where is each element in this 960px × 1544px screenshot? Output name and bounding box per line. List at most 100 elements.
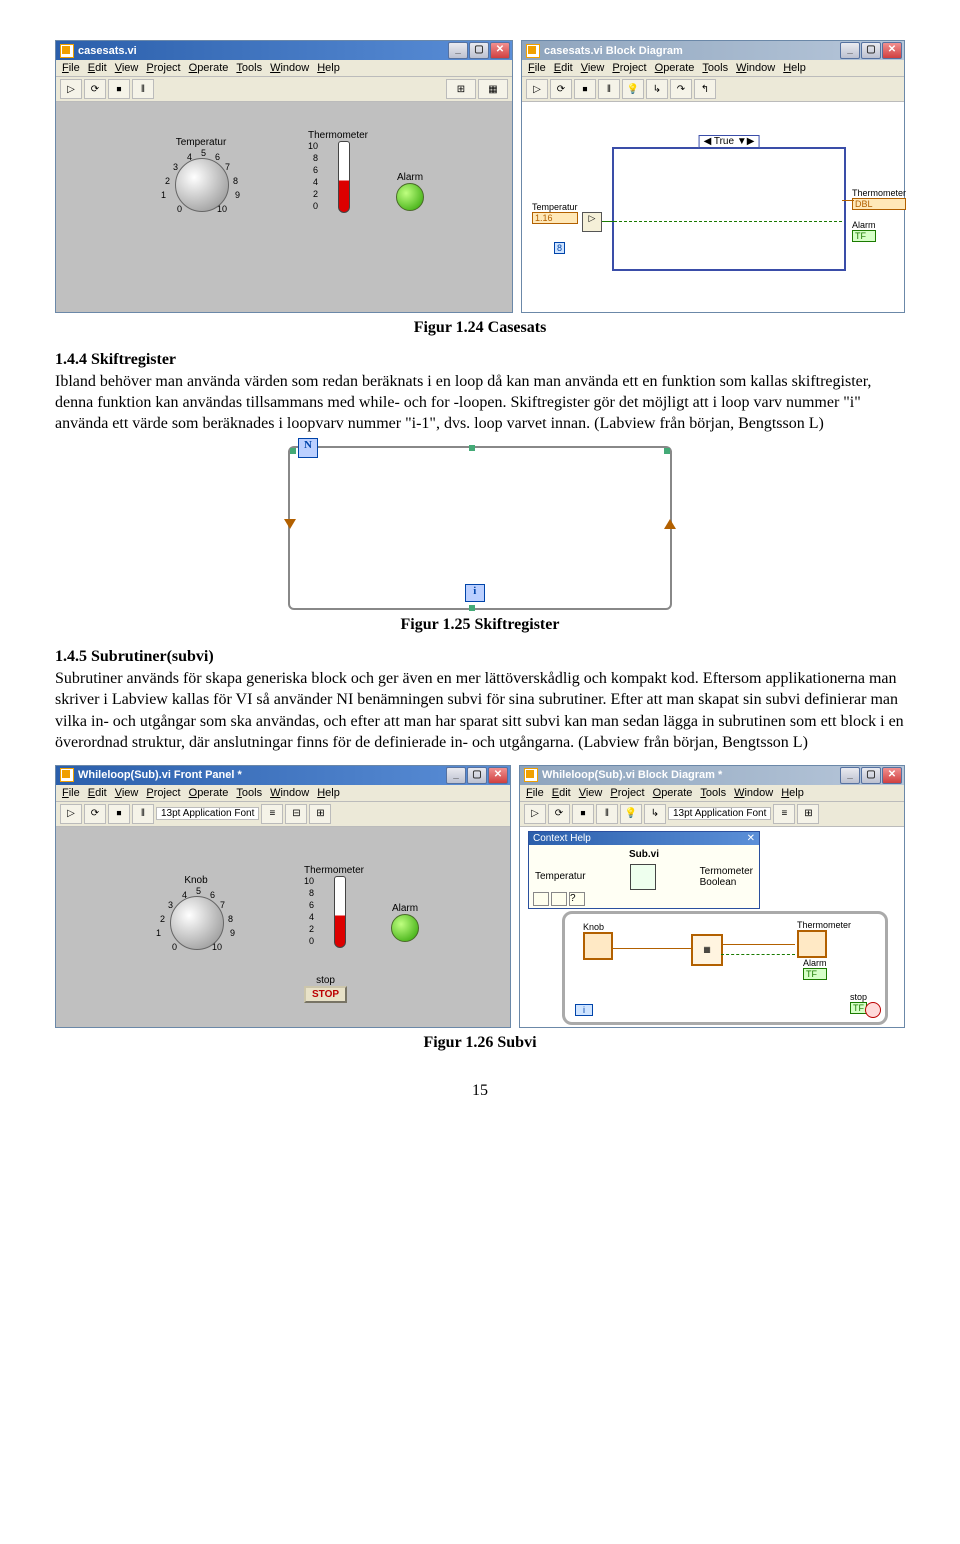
run-button[interactable]: ▷ (526, 79, 548, 99)
menu-operate[interactable]: Operate (189, 787, 229, 799)
while-loop[interactable]: Knob ▦ Thermometer Alarm TF (562, 911, 888, 1025)
minimize-button[interactable]: _ (446, 767, 466, 784)
stop-button[interactable]: ⏹ (574, 79, 596, 99)
menu-file[interactable]: File (62, 787, 80, 799)
menu-window[interactable]: Window (270, 787, 309, 799)
context-help-window[interactable]: Context Help ✕ Sub.vi Temperatur Termome… (528, 831, 760, 909)
run-cont-button[interactable]: ⟳ (550, 79, 572, 99)
menu-operate[interactable]: Operate (655, 62, 695, 74)
menu-view[interactable]: View (115, 62, 139, 74)
menu-help[interactable]: Help (783, 62, 806, 74)
stop-button[interactable]: ⏹ (108, 79, 130, 99)
close-button[interactable]: ✕ (882, 767, 902, 784)
run-button[interactable]: ▷ (524, 804, 546, 824)
menu-help[interactable]: Help (317, 62, 340, 74)
close-button[interactable]: ✕ (488, 767, 508, 784)
menu-file[interactable]: File (62, 62, 80, 74)
reorder-button[interactable]: ⊞ (797, 804, 819, 824)
menu-view[interactable]: View (115, 787, 139, 799)
stop-button-fp[interactable]: STOP (304, 986, 347, 1003)
maximize-button[interactable]: ▢ (861, 767, 881, 784)
font-select[interactable]: 13pt Application Font (668, 807, 771, 820)
stop-button[interactable]: ⏹ (108, 804, 130, 824)
loop-count-terminal[interactable]: N (298, 438, 318, 458)
step-button[interactable]: ↳ (644, 804, 666, 824)
subvi-node[interactable]: ▦ (691, 934, 723, 966)
indicator-thermometer[interactable]: DBL (852, 198, 906, 210)
front-panel-canvas[interactable]: Temperatur 1 2 3 4 5 6 7 8 9 0 10 (56, 102, 512, 312)
knob-control[interactable] (170, 896, 224, 950)
menu-tools[interactable]: Tools (236, 787, 262, 799)
run-button[interactable]: ▷ (60, 79, 82, 99)
menu-project[interactable]: Project (146, 62, 180, 74)
menu-help[interactable]: Help (317, 787, 340, 799)
pause-button[interactable]: ‖ (132, 79, 154, 99)
menu-tools[interactable]: Tools (700, 787, 726, 799)
ch-detail-icon[interactable] (533, 892, 549, 906)
align-button[interactable]: ≡ (261, 804, 283, 824)
run-button[interactable]: ▷ (60, 804, 82, 824)
menu-project[interactable]: Project (612, 62, 646, 74)
ch-lock-icon[interactable] (551, 892, 567, 906)
compare-node[interactable]: ▷ (582, 212, 602, 232)
block-diagram-canvas[interactable]: ◀ True ▼▶ Temperatur 1.16 8 ▷ Thermomete… (522, 102, 904, 312)
highlight-button[interactable]: 💡 (622, 79, 644, 99)
run-cont-button[interactable]: ⟳ (84, 804, 106, 824)
highlight-button[interactable]: 💡 (620, 804, 642, 824)
menu-window[interactable]: Window (734, 787, 773, 799)
pause-button[interactable]: ‖ (598, 79, 620, 99)
font-select[interactable]: 13pt Application Font (156, 807, 259, 820)
maximize-button[interactable]: ▢ (861, 42, 881, 59)
front-panel-canvas[interactable]: Knob 1 2 3 4 5 6 7 8 9 0 10 (56, 827, 510, 1027)
const-8[interactable]: 8 (554, 242, 565, 254)
minimize-button[interactable]: _ (448, 42, 468, 59)
align-button[interactable]: ≡ (773, 804, 795, 824)
context-help-close-icon[interactable]: ✕ (747, 833, 755, 844)
menu-view[interactable]: View (581, 62, 605, 74)
loop-iteration-terminal[interactable]: i (465, 584, 485, 602)
run-cont-button[interactable]: ⟳ (84, 79, 106, 99)
shift-register-left[interactable] (284, 519, 296, 529)
step-out-button[interactable]: ↰ (694, 79, 716, 99)
menu-edit[interactable]: Edit (88, 62, 107, 74)
pause-button[interactable]: ‖ (132, 804, 154, 824)
case-structure[interactable]: ◀ True ▼▶ (612, 147, 846, 271)
distribute-button[interactable]: ⊟ (285, 804, 307, 824)
menu-view[interactable]: View (579, 787, 603, 799)
close-button[interactable]: ✕ (882, 42, 902, 59)
thermometer-terminal[interactable] (797, 930, 827, 958)
menu-project[interactable]: Project (610, 787, 644, 799)
case-selector-tab[interactable]: ◀ True ▼▶ (699, 135, 760, 148)
maximize-button[interactable]: ▢ (469, 42, 489, 59)
menu-help[interactable]: Help (781, 787, 804, 799)
menu-project[interactable]: Project (146, 787, 180, 799)
minimize-button[interactable]: _ (840, 767, 860, 784)
minimize-button[interactable]: _ (840, 42, 860, 59)
step-into-button[interactable]: ↳ (646, 79, 668, 99)
shift-register-right[interactable] (664, 519, 676, 529)
menu-operate[interactable]: Operate (653, 787, 693, 799)
control-temperatur[interactable]: 1.16 (532, 212, 578, 224)
alarm-terminal[interactable]: TF (803, 968, 827, 980)
stop-button[interactable]: ⏹ (572, 804, 594, 824)
indicator-alarm[interactable]: TF (852, 230, 876, 242)
menu-operate[interactable]: Operate (189, 62, 229, 74)
close-button[interactable]: ✕ (490, 42, 510, 59)
menu-edit[interactable]: Edit (88, 787, 107, 799)
step-over-button[interactable]: ↷ (670, 79, 692, 99)
for-loop[interactable]: N i (288, 446, 672, 610)
loop-iteration-terminal[interactable]: i (575, 1004, 593, 1016)
menu-edit[interactable]: Edit (552, 787, 571, 799)
menu-tools[interactable]: Tools (236, 62, 262, 74)
vi-icon[interactable]: ▦ (478, 79, 508, 99)
menu-window[interactable]: Window (736, 62, 775, 74)
menu-file[interactable]: File (526, 787, 544, 799)
knob-terminal[interactable] (583, 932, 613, 960)
menu-tools[interactable]: Tools (702, 62, 728, 74)
menu-window[interactable]: Window (270, 62, 309, 74)
ch-help-icon[interactable]: ? (569, 892, 585, 906)
menu-file[interactable]: File (528, 62, 546, 74)
loop-condition-terminal[interactable] (865, 1002, 881, 1018)
maximize-button[interactable]: ▢ (467, 767, 487, 784)
reorder-button[interactable]: ⊞ (309, 804, 331, 824)
